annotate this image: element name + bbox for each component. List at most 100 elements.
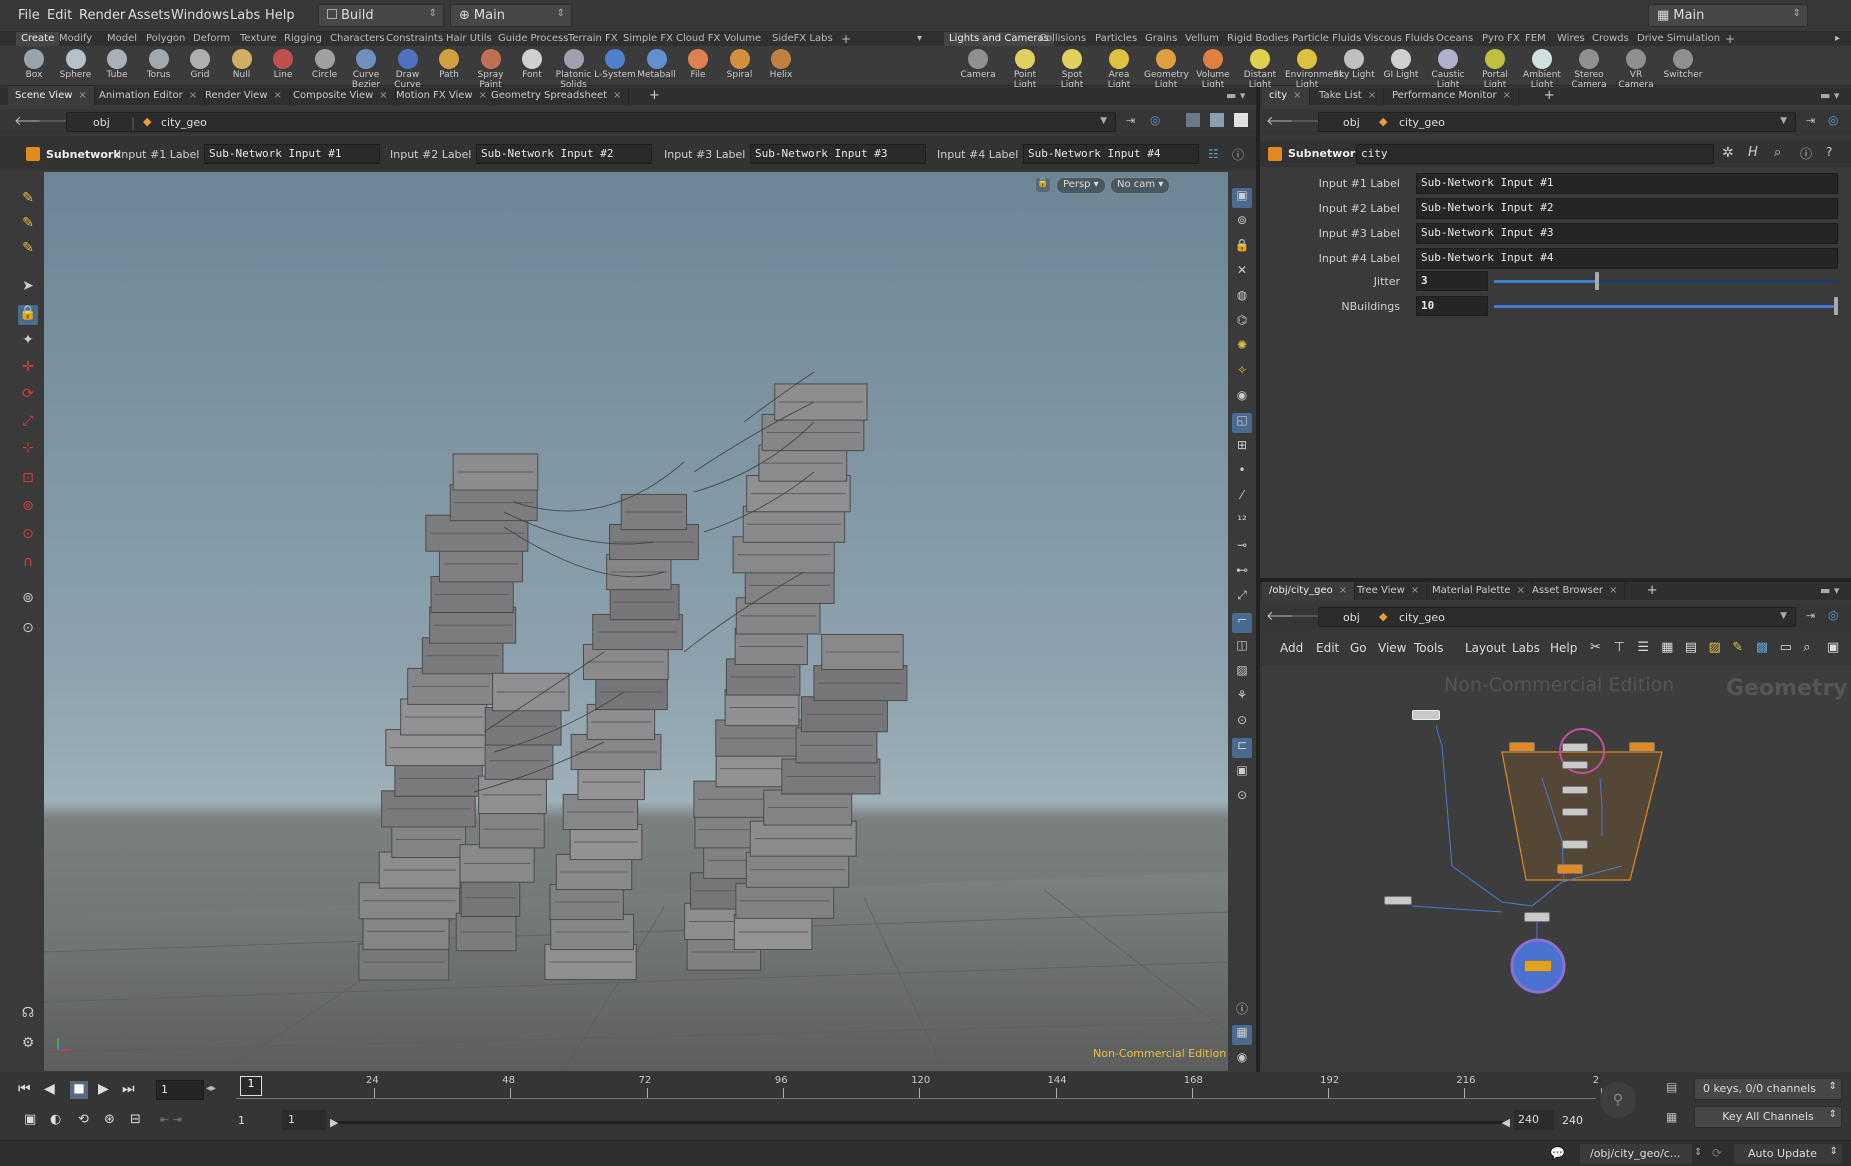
shelf-tab-rigid-bodies[interactable]: Rigid Bodies (1222, 32, 1294, 46)
display-options-icon[interactable] (1186, 113, 1200, 127)
shelf-tab-sidefx-labs[interactable]: SideFX Labs (767, 32, 838, 46)
node-foreach-count1[interactable] (1629, 742, 1655, 752)
node-merge1[interactable] (1524, 912, 1550, 922)
chevron-down-icon[interactable]: ▼ (1780, 116, 1787, 126)
lock-camera-icon[interactable]: 🔒 (1036, 178, 1050, 192)
eye-icon[interactable]: ◉ (1232, 1050, 1252, 1070)
info-icon[interactable]: ⓘ (1232, 1000, 1252, 1020)
current-frame-field[interactable]: 1 (156, 1080, 204, 1100)
tool-grid[interactable]: Grid (178, 47, 222, 85)
status-path[interactable]: /obj/city_geo/c... (1580, 1144, 1692, 1164)
keys-channels-dropdown[interactable]: 0 keys, 0/0 channels ⇕ (1694, 1078, 1842, 1100)
desktop-selector[interactable]: Build ⇕ (318, 4, 444, 27)
add-shelf-tab-icon[interactable]: + (836, 32, 856, 46)
add-shelf-tab-icon[interactable]: + (1720, 32, 1740, 46)
pane-menu-icon[interactable]: ▬ ▾ (1820, 89, 1839, 102)
grid-icon[interactable]: ⊞ (1232, 438, 1252, 458)
network-path-field[interactable]: obj ◆ city_geo ▼ (1318, 607, 1796, 627)
normal-icon[interactable]: ⁄ (1232, 488, 1252, 508)
tool-ambient-light[interactable]: Ambient Light (1520, 47, 1564, 90)
play-reverse-icon[interactable]: ◀ (44, 1081, 55, 1097)
close-icon[interactable]: × (274, 90, 282, 101)
close-icon[interactable]: × (1411, 585, 1419, 596)
tab-geometry-spreadsheet[interactable]: Geometry Spreadsheet × (484, 87, 630, 105)
tool-point-light[interactable]: Point Light (1003, 47, 1047, 90)
tool-vr-camera[interactable]: VR Camera (1614, 47, 1658, 90)
jitter-slider-handle[interactable] (1595, 272, 1600, 290)
chevron-down-icon[interactable]: ▼ (1780, 611, 1787, 621)
hscript-icon[interactable]: H (1748, 145, 1758, 160)
scene-viewport[interactable]: 🔒 Persp ▾ No cam ▾ Non-Commercial Editio… (44, 172, 1228, 1071)
opbar-input3-field[interactable]: Sub-Network Input #3 (750, 144, 926, 164)
zoom-icon[interactable]: ⌕ (1803, 640, 1810, 655)
camera-icon[interactable]: ◉ (1232, 388, 1252, 408)
shelf-tab-simple-fx[interactable]: Simple FX (618, 32, 678, 46)
network-menu-labs[interactable]: Labs (1512, 641, 1540, 655)
key-all-channels-button[interactable]: Key All Channels ⇕ (1694, 1106, 1842, 1128)
shelf-tab-characters[interactable]: Characters (325, 32, 390, 46)
tool-geometry-light[interactable]: Geometry Light (1144, 47, 1189, 90)
key-filter-icon[interactable]: ▦ (1666, 1110, 1677, 1124)
image-icon[interactable]: ▨ (1709, 640, 1721, 655)
tool-circle[interactable]: Circle (303, 47, 347, 85)
param-input4-field[interactable]: Sub-Network Input #4 (1416, 248, 1838, 269)
network-menu-add[interactable]: Add (1280, 641, 1303, 655)
pointer-icon[interactable]: ➤ (18, 278, 38, 298)
tool-helix[interactable]: Helix (759, 47, 803, 85)
node-city-subnet[interactable] (1412, 710, 1440, 720)
tool-volume-light[interactable]: Volume Light (1191, 47, 1235, 90)
node-add1[interactable] (1562, 786, 1588, 794)
close-icon[interactable]: × (189, 90, 197, 101)
network-menu-help[interactable]: Help (1550, 641, 1577, 655)
close-icon[interactable]: × (613, 90, 621, 101)
tool-stereo-camera[interactable]: Stereo Camera (1567, 47, 1611, 90)
node-file1[interactable] (1524, 960, 1552, 972)
magnet-icon[interactable]: ⊙ (18, 526, 38, 546)
menu-file[interactable]: File (18, 8, 40, 23)
ortho-icon[interactable]: ◱ (1232, 413, 1252, 433)
tool-file[interactable]: File (676, 47, 720, 85)
tool-gi-light[interactable]: GI Light (1379, 47, 1423, 85)
shelf-tab-drive-simulation[interactable]: Drive Simulation (1632, 32, 1725, 46)
shelf-tab-model[interactable]: Model (102, 32, 142, 46)
note-icon[interactable]: ✎ (1732, 640, 1743, 655)
light-icon[interactable]: ☊ (18, 1005, 38, 1025)
measure-icon[interactable]: ⊷ (1232, 563, 1252, 583)
move-icon[interactable]: ✛ (18, 359, 38, 379)
shelf-tab-hair-utils[interactable]: Hair Utils (441, 32, 497, 46)
tree-icon[interactable]: ⊤ (1614, 640, 1625, 655)
close-icon[interactable]: × (1368, 90, 1376, 101)
network-menu-edit[interactable]: Edit (1316, 641, 1339, 655)
close-icon[interactable]: × (1293, 90, 1301, 101)
info-icon[interactable]: ⓘ (1800, 145, 1812, 162)
shelf-tab-texture[interactable]: Texture (235, 32, 282, 46)
help-icon[interactable]: ⓘ (1232, 146, 1244, 163)
channel-list-icon[interactable]: ▤ (1666, 1080, 1688, 1100)
node-name-field[interactable]: city (1356, 144, 1714, 164)
tab--obj-city-geo[interactable]: /obj/city_geo × (1262, 582, 1356, 600)
tool-path[interactable]: Path (427, 47, 471, 85)
close-icon[interactable]: × (78, 90, 86, 101)
edit-icon[interactable]: ⊚ (18, 498, 38, 518)
shelf-tab-create[interactable]: Create (16, 32, 60, 46)
pin-icon[interactable]: ⇥ (1806, 114, 1815, 127)
tab-performance-monitor[interactable]: Performance Monitor × (1385, 87, 1519, 105)
realtime-icon[interactable]: ▣ (24, 1112, 36, 1127)
view-icon[interactable]: ✦ (18, 332, 38, 352)
wire-icon[interactable]: ⌬ (1232, 313, 1252, 333)
folder-icon[interactable]: ▭ (1780, 640, 1792, 655)
gear-icon[interactable]: ✲ (1722, 145, 1734, 161)
node-merge2[interactable] (1562, 840, 1588, 849)
tab-take-list[interactable]: Take List × (1312, 87, 1385, 105)
playback-end-field[interactable]: 240 (1514, 1110, 1554, 1130)
nbuildings-slider-track[interactable] (1494, 297, 1838, 315)
brush-icon[interactable]: ⊡ (18, 470, 38, 490)
tab-city[interactable]: city × (1262, 87, 1310, 105)
shelf-scroll-icon[interactable]: ▸ (1830, 32, 1845, 46)
tab-material-palette[interactable]: Material Palette × (1425, 582, 1533, 600)
tool-null[interactable]: Null (220, 47, 264, 85)
shelf-tab-constraints[interactable]: Constraints (381, 32, 448, 46)
close-icon[interactable]: × (1503, 90, 1511, 101)
param-input2-field[interactable]: Sub-Network Input #2 (1416, 198, 1838, 219)
close-icon[interactable]: × (1609, 585, 1617, 596)
